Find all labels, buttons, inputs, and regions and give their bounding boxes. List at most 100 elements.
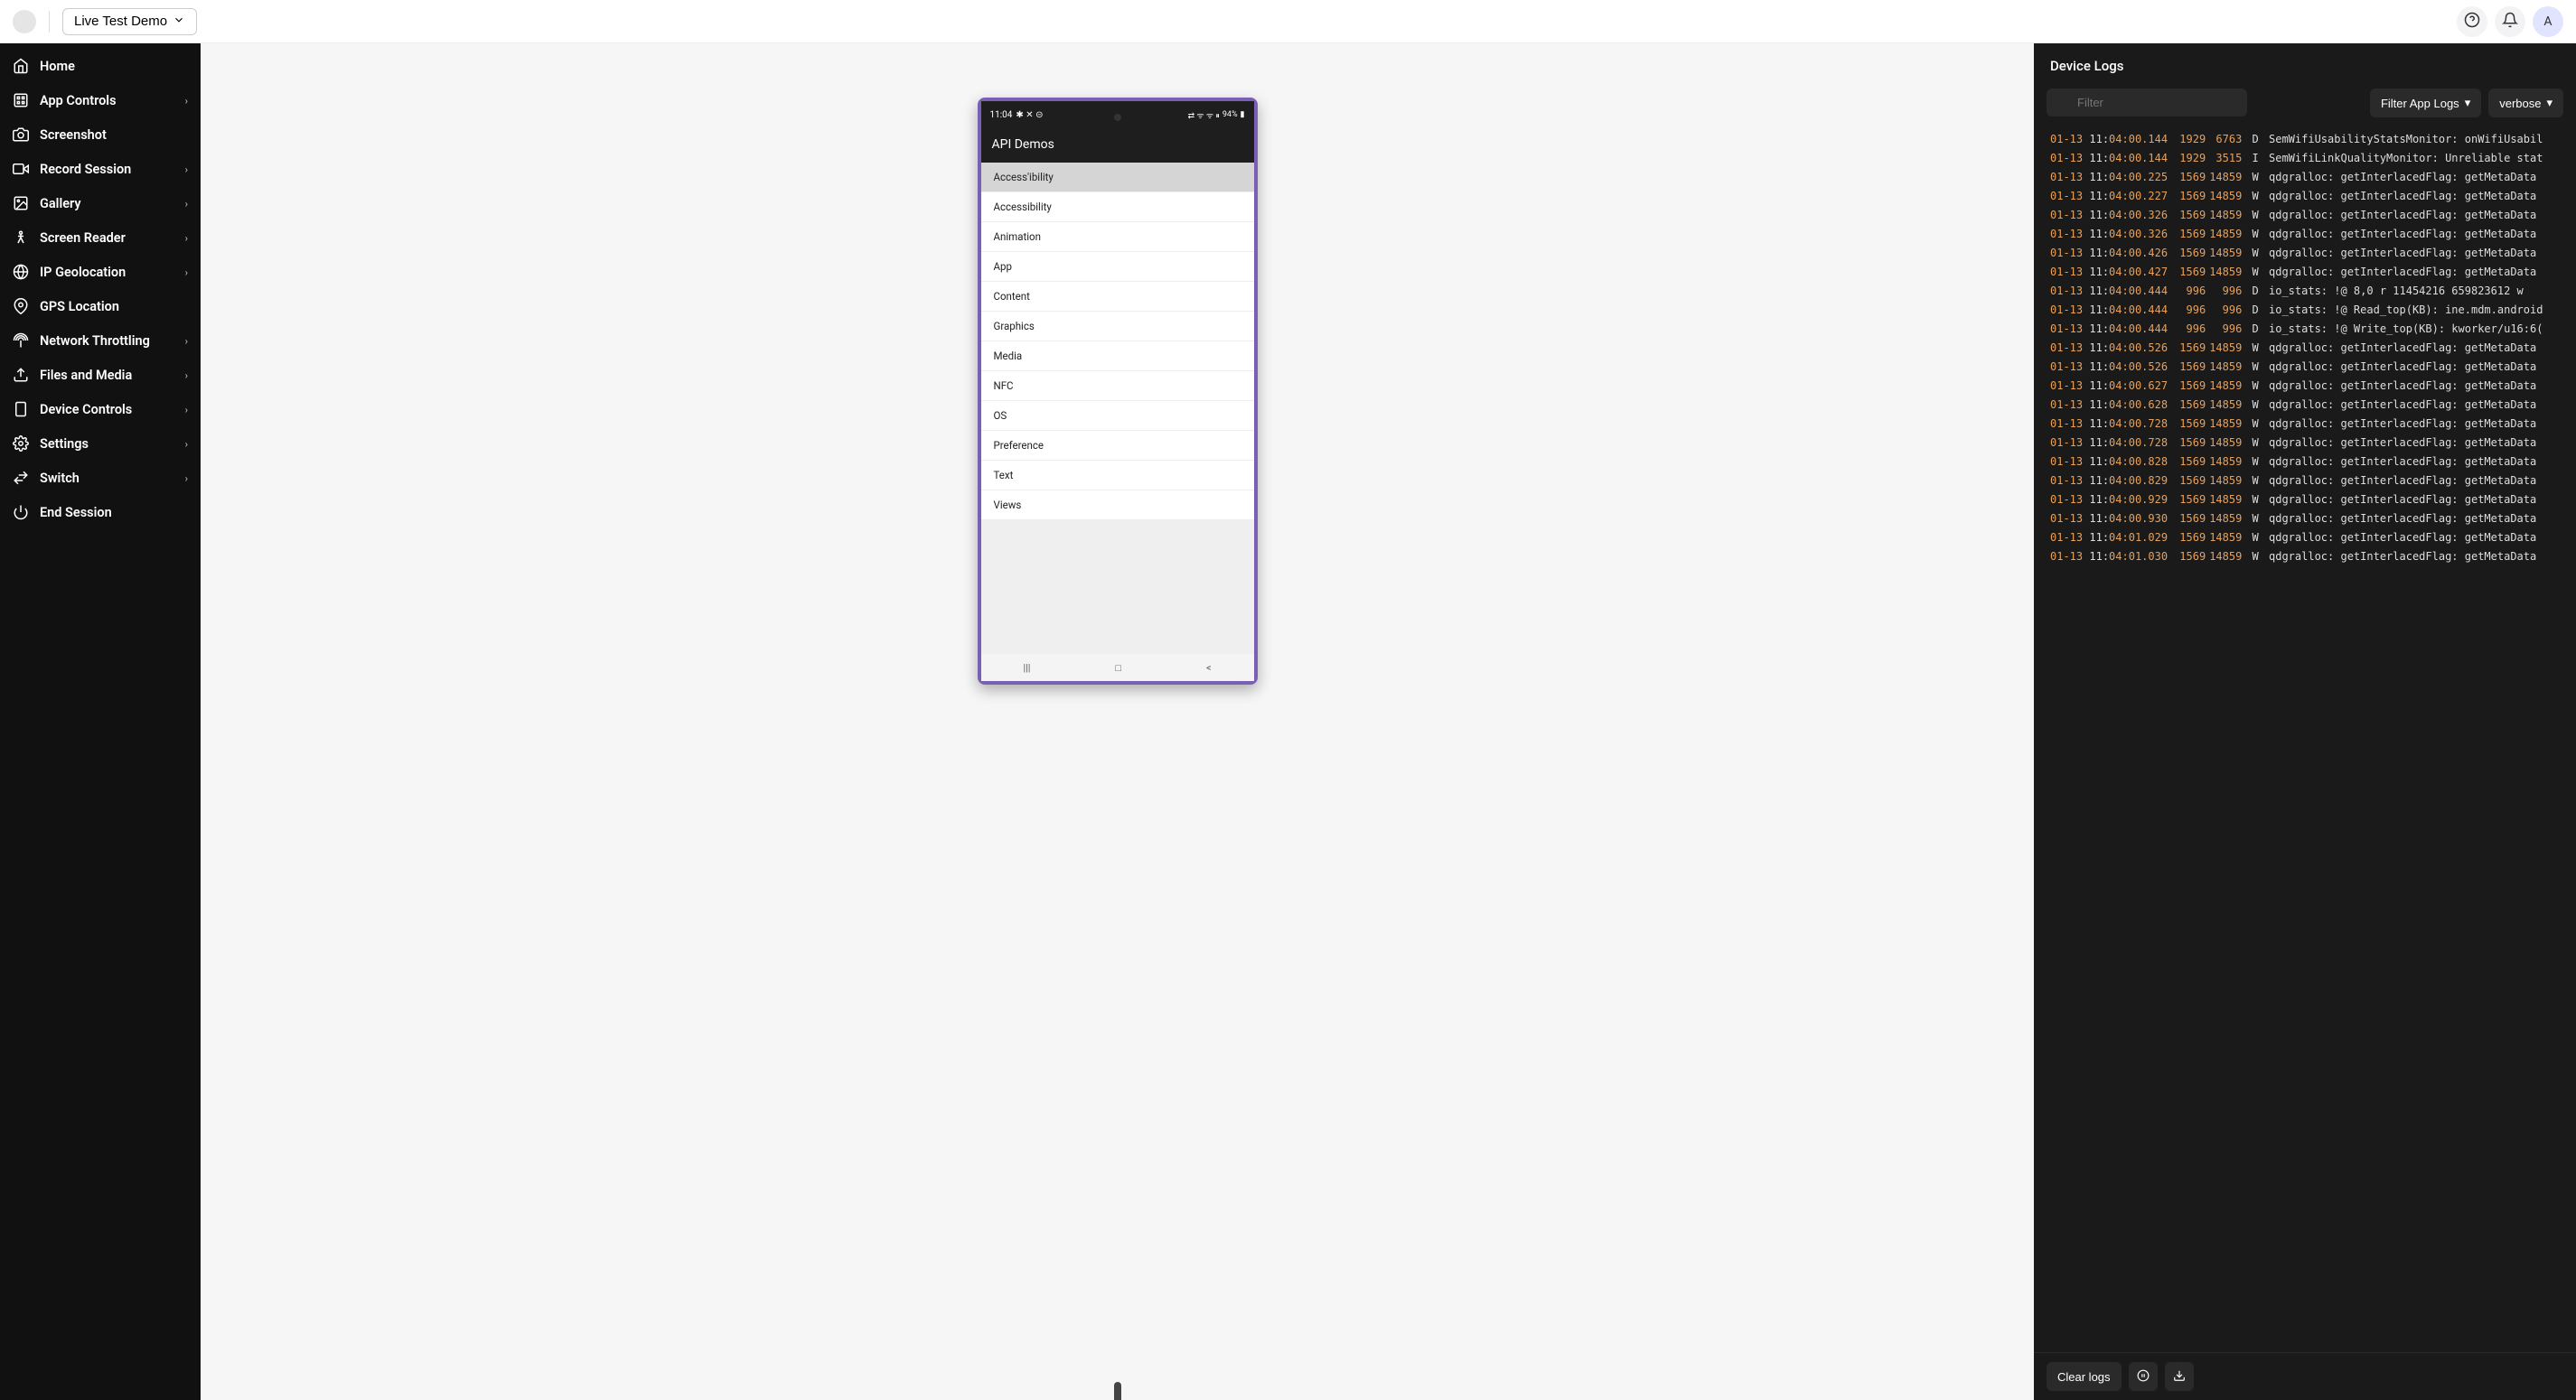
sidebar-item-switch[interactable]: Switch › (0, 461, 201, 495)
sidebar-item-label: Files and Media (40, 368, 132, 383)
status-left: 11:04 ✱ ✕ ⊝ (990, 110, 1044, 120)
sidebar: Home App Controls › Screenshot Record Se… (0, 43, 201, 1400)
topbar: Live Test Demo A (0, 0, 2576, 43)
filter-app-logs-button[interactable]: Filter App Logs ▾ (2370, 89, 2481, 117)
list-item[interactable]: Access'ibility (981, 163, 1254, 192)
upload-icon (13, 367, 29, 383)
download-icon (2173, 1369, 2186, 1385)
clear-label: Clear logs (2057, 1370, 2111, 1384)
sidebar-item-label: GPS Location (40, 299, 119, 314)
sidebar-item-label: Switch (40, 471, 80, 486)
sidebar-item-settings[interactable]: Settings › (0, 426, 201, 461)
log-line: 01-13 11:04:01.029 156914859 W qdgralloc… (2050, 528, 2569, 547)
sidebar-item-device-controls[interactable]: Device Controls › (0, 392, 201, 426)
chevron-right-icon: › (185, 472, 188, 484)
user-initial: A (2543, 14, 2552, 29)
log-line: 01-13 11:04:00.930 156914859 W qdgralloc… (2050, 509, 2569, 528)
list-item[interactable]: Text (981, 461, 1254, 490)
log-line: 01-13 11:04:00.628 156914859 W qdgralloc… (2050, 396, 2569, 415)
gallery-icon (13, 195, 29, 211)
list-item[interactable]: Accessibility (981, 192, 1254, 222)
sidebar-item-left: Home (13, 58, 75, 74)
project-selector[interactable]: Live Test Demo (62, 8, 197, 35)
sidebar-item-network-throttling[interactable]: Network Throttling › (0, 323, 201, 358)
sidebar-item-left: App Controls (13, 92, 117, 108)
chevron-right-icon: › (185, 369, 188, 381)
app-list[interactable]: Access'ibilityAccessibilityAnimationAppC… (981, 163, 1254, 654)
sidebar-item-screenshot[interactable]: Screenshot (0, 117, 201, 152)
sidebar-item-left: GPS Location (13, 298, 119, 314)
phone-camera (1114, 114, 1121, 121)
sidebar-item-gallery[interactable]: Gallery › (0, 186, 201, 220)
logs-body[interactable]: 01-13 11:04:00.144 1929 6763 D SemWifiUs… (2034, 126, 2576, 1352)
sidebar-item-gps-location[interactable]: GPS Location (0, 289, 201, 323)
list-item[interactable]: App (981, 252, 1254, 282)
sidebar-item-label: Settings (40, 436, 89, 452)
download-logs-button[interactable] (2165, 1362, 2194, 1391)
log-line: 01-13 11:04:00.225 156914859 W qdgralloc… (2050, 168, 2569, 187)
sidebar-item-end-session[interactable]: End Session (0, 495, 201, 529)
globe-icon (13, 264, 29, 280)
sidebar-item-label: Screen Reader (40, 230, 126, 246)
list-item[interactable]: OS (981, 401, 1254, 431)
workspace-avatar[interactable] (13, 10, 36, 33)
phone-frame[interactable]: 11:04 ✱ ✕ ⊝ ⇄ ᯤ ᯤ ⏸ 94% ▮ API Demos Acce… (978, 98, 1258, 685)
chevron-down-icon: ▾ (2546, 96, 2553, 110)
app-title: API Demos (981, 128, 1254, 163)
status-right: ⇄ ᯤ ᯤ ⏸ 94% ▮ (1188, 109, 1245, 121)
log-line: 01-13 11:04:00.227 156914859 W qdgralloc… (2050, 187, 2569, 206)
help-button[interactable] (2457, 6, 2487, 37)
status-indicator-icon: ✱ ✕ ⊝ (1016, 110, 1043, 120)
recent-apps-button[interactable]: ||| (1023, 662, 1030, 674)
sidebar-item-left: Network Throttling (13, 332, 150, 349)
switch-icon (13, 470, 29, 486)
phone-cable (1114, 1382, 1121, 1400)
sidebar-item-label: Gallery (40, 196, 81, 211)
verbose-select[interactable]: verbose ▾ (2488, 89, 2563, 117)
back-button[interactable]: < (1206, 662, 1212, 674)
pause-logs-button[interactable] (2129, 1362, 2158, 1391)
list-item[interactable]: Graphics (981, 312, 1254, 341)
log-line: 01-13 11:04:01.030 156914859 W qdgralloc… (2050, 547, 2569, 566)
person-icon (13, 229, 29, 246)
list-item[interactable]: Content (981, 282, 1254, 312)
sidebar-item-home[interactable]: Home (0, 49, 201, 83)
sidebar-item-record-session[interactable]: Record Session › (0, 152, 201, 186)
chevron-right-icon: › (185, 232, 188, 244)
filter-input[interactable] (2047, 89, 2247, 117)
sidebar-item-left: IP Geolocation (13, 264, 126, 280)
chevron-right-icon: › (185, 198, 188, 210)
sidebar-item-screen-reader[interactable]: Screen Reader › (0, 220, 201, 255)
log-line: 01-13 11:04:00.828 156914859 W qdgralloc… (2050, 453, 2569, 471)
list-item[interactable]: Media (981, 341, 1254, 371)
sidebar-item-ip-geolocation[interactable]: IP Geolocation › (0, 255, 201, 289)
user-avatar[interactable]: A (2533, 6, 2563, 37)
clear-logs-button[interactable]: Clear logs (2047, 1362, 2122, 1391)
list-item[interactable]: Animation (981, 222, 1254, 252)
sidebar-item-label: Screenshot (40, 127, 107, 143)
antenna-icon (13, 332, 29, 349)
pause-icon (2137, 1369, 2150, 1385)
verbose-label: verbose (2499, 97, 2541, 110)
list-item[interactable]: Views (981, 490, 1254, 520)
main-layout: Home App Controls › Screenshot Record Se… (0, 43, 2576, 1400)
list-item[interactable]: NFC (981, 371, 1254, 401)
sidebar-item-files-and-media[interactable]: Files and Media › (0, 358, 201, 392)
sidebar-item-app-controls[interactable]: App Controls › (0, 83, 201, 117)
sidebar-item-left: Device Controls (13, 401, 132, 417)
sidebar-item-label: Home (40, 59, 75, 74)
gear-icon (13, 435, 29, 452)
help-icon (2464, 12, 2480, 31)
log-line: 01-13 11:04:00.144 1929 6763 D SemWifiUs… (2050, 130, 2569, 149)
list-item[interactable]: Preference (981, 431, 1254, 461)
log-line: 01-13 11:04:00.728 156914859 W qdgralloc… (2050, 434, 2569, 453)
home-button[interactable]: □ (1115, 662, 1121, 674)
app-controls-icon (13, 92, 29, 108)
device-navbar: ||| □ < (981, 654, 1254, 681)
battery-icon: ▮ (1241, 110, 1245, 119)
sidebar-item-label: App Controls (40, 93, 117, 108)
log-line: 01-13 11:04:00.526 156914859 W qdgralloc… (2050, 339, 2569, 358)
notifications-button[interactable] (2495, 6, 2525, 37)
filter-wrap (2047, 89, 2363, 117)
home-icon (13, 58, 29, 74)
